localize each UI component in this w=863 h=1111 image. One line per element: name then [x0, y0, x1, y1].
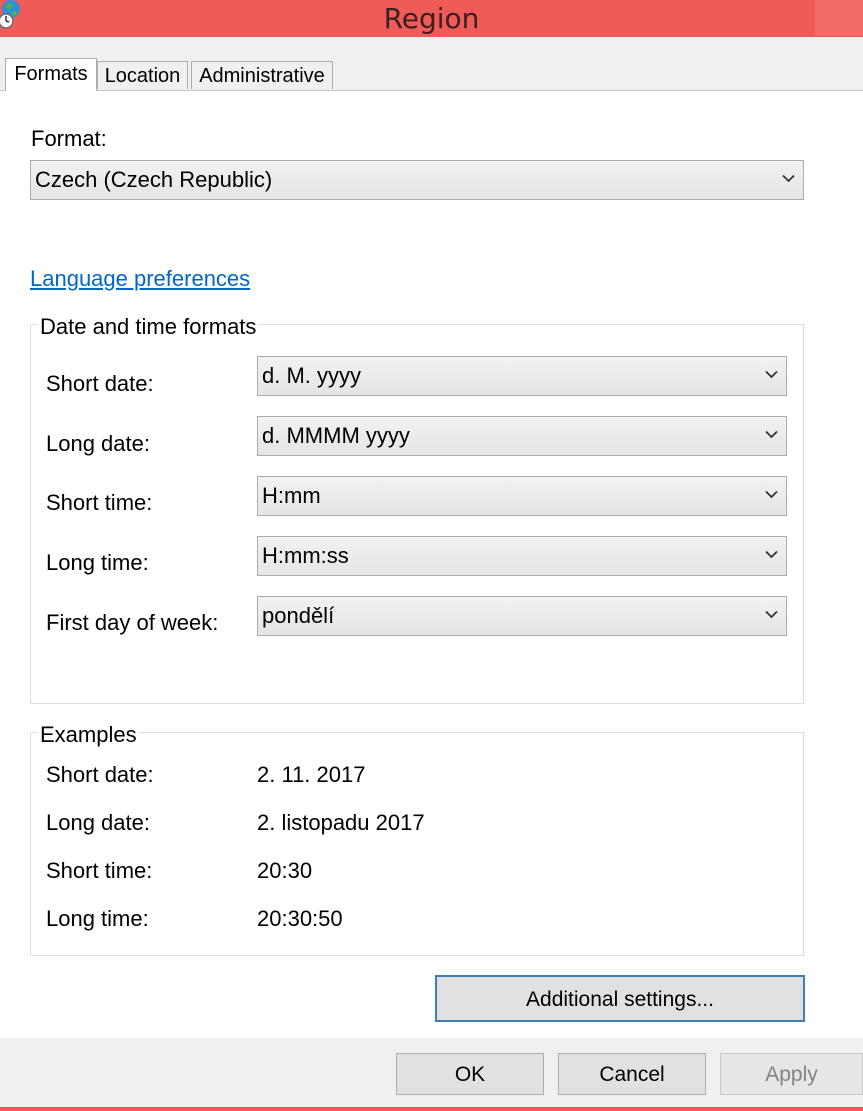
long-time-value: H:mm:ss [262, 543, 349, 568]
language-preferences-link[interactable]: Language preferences [30, 266, 250, 292]
chevron-down-icon [782, 174, 795, 183]
short-date-value: d. M. yyyy [262, 363, 362, 388]
first-day-of-week-label: First day of week: [46, 610, 219, 635]
long-time-label: Long time: [46, 550, 149, 575]
tab-formats[interactable]: Formats [5, 58, 97, 91]
long-time-dropdown[interactable]: H:mm:ss [257, 536, 787, 576]
example-short-date-value: 2. 11. 2017 [257, 762, 366, 787]
long-date-dropdown[interactable]: d. MMMM yyyy [257, 416, 787, 456]
short-date-label: Short date: [46, 371, 154, 396]
chevron-down-icon [765, 370, 778, 379]
tab-location[interactable]: Location [97, 61, 188, 89]
example-short-time-label: Short time: [46, 858, 153, 883]
short-time-label: Short time: [46, 490, 153, 515]
format-dropdown[interactable]: Czech (Czech Republic) [30, 160, 804, 200]
ok-button[interactable]: OK [396, 1053, 544, 1095]
example-long-date-label: Long date: [46, 810, 150, 835]
window-bottom-border [0, 1107, 863, 1111]
first-day-of-week-dropdown[interactable]: pondělí [257, 596, 787, 636]
example-long-time-value: 20:30:50 [257, 906, 343, 931]
short-time-value: H:mm [262, 483, 321, 508]
example-long-time-label: Long time: [46, 906, 149, 931]
format-label: Format: [31, 126, 107, 151]
long-date-value: d. MMMM yyyy [262, 423, 410, 448]
cancel-button[interactable]: Cancel [558, 1053, 706, 1095]
window-title: Region [383, 2, 480, 35]
chevron-down-icon [765, 490, 778, 499]
long-date-label: Long date: [46, 431, 150, 456]
tab-administrative[interactable]: Administrative [191, 61, 333, 89]
date-time-formats-title: Date and time formats [38, 314, 259, 340]
example-long-date-value: 2. listopadu 2017 [257, 810, 425, 835]
format-dropdown-value: Czech (Czech Republic) [35, 167, 273, 192]
short-time-dropdown[interactable]: H:mm [257, 476, 787, 516]
additional-settings-button[interactable]: Additional settings... [435, 975, 805, 1022]
example-short-date-label: Short date: [46, 762, 154, 787]
short-date-dropdown[interactable]: d. M. yyyy [257, 356, 787, 396]
first-day-of-week-value: pondělí [262, 603, 335, 628]
title-bar: Region [0, 0, 863, 37]
chevron-down-icon [765, 610, 778, 619]
chevron-down-icon [765, 430, 778, 439]
examples-title: Examples [38, 722, 139, 748]
apply-button[interactable]: Apply [720, 1053, 863, 1095]
close-button[interactable] [815, 0, 863, 36]
example-short-time-value: 20:30 [257, 858, 313, 883]
chevron-down-icon [765, 550, 778, 559]
